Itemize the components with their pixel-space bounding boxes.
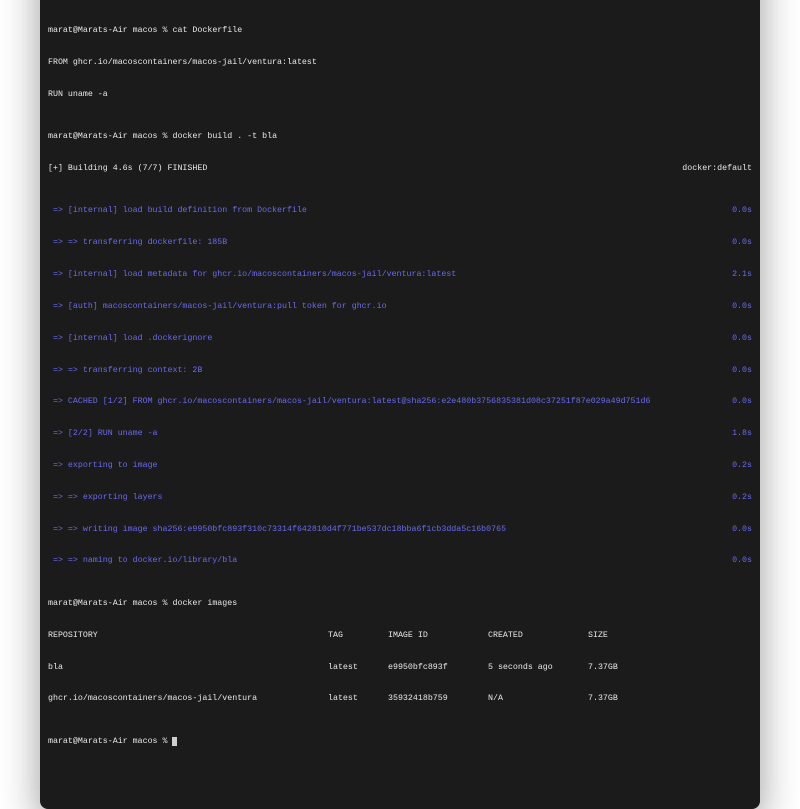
cursor: [172, 737, 177, 746]
build-step: => [auth] macoscontainers/macos-jail/ven…: [48, 302, 752, 313]
build-step: => => transferring context: 2B0.0s: [48, 366, 752, 377]
image-row: blalateste9950bfc893f5 seconds ago7.37GB: [48, 663, 752, 674]
build-step: => => writing image sha256:e9950bfc893f3…: [48, 525, 752, 536]
build-step: => => transferring dockerfile: 185B0.0s: [48, 238, 752, 249]
command: docker build . -t bla: [172, 132, 277, 141]
command: cat Dockerfile: [172, 26, 242, 35]
build-step: => CACHED [1/2] FROM ghcr.io/macoscontai…: [48, 397, 752, 408]
image-row: ghcr.io/macoscontainers/macos-jail/ventu…: [48, 694, 752, 705]
output-line: RUN uname -a: [48, 90, 752, 101]
terminal-window: macos — -zsh — 128×35 marat@Marats-Air m…: [40, 0, 760, 809]
build-step: => [internal] load build definition from…: [48, 206, 752, 217]
build-step: => => exporting layers0.2s: [48, 493, 752, 504]
build-step: => [2/2] RUN uname -a1.8s: [48, 429, 752, 440]
build-step: => => naming to docker.io/library/bla0.0…: [48, 556, 752, 567]
build-step: => [internal] load .dockerignore0.0s: [48, 334, 752, 345]
build-step: => [internal] load metadata for ghcr.io/…: [48, 270, 752, 281]
output-line: FROM ghcr.io/macoscontainers/macos-jail/…: [48, 58, 752, 69]
images-header: REPOSITORYTAGIMAGE IDCREATEDSIZE: [48, 631, 752, 642]
terminal-body[interactable]: marat@Marats-Air macos % docker images R…: [40, 0, 760, 809]
build-step: => exporting to image0.2s: [48, 461, 752, 472]
build-header: [+] Building 4.6s (7/7) FINISHEDdocker:d…: [48, 164, 752, 175]
command: docker images: [172, 599, 237, 608]
